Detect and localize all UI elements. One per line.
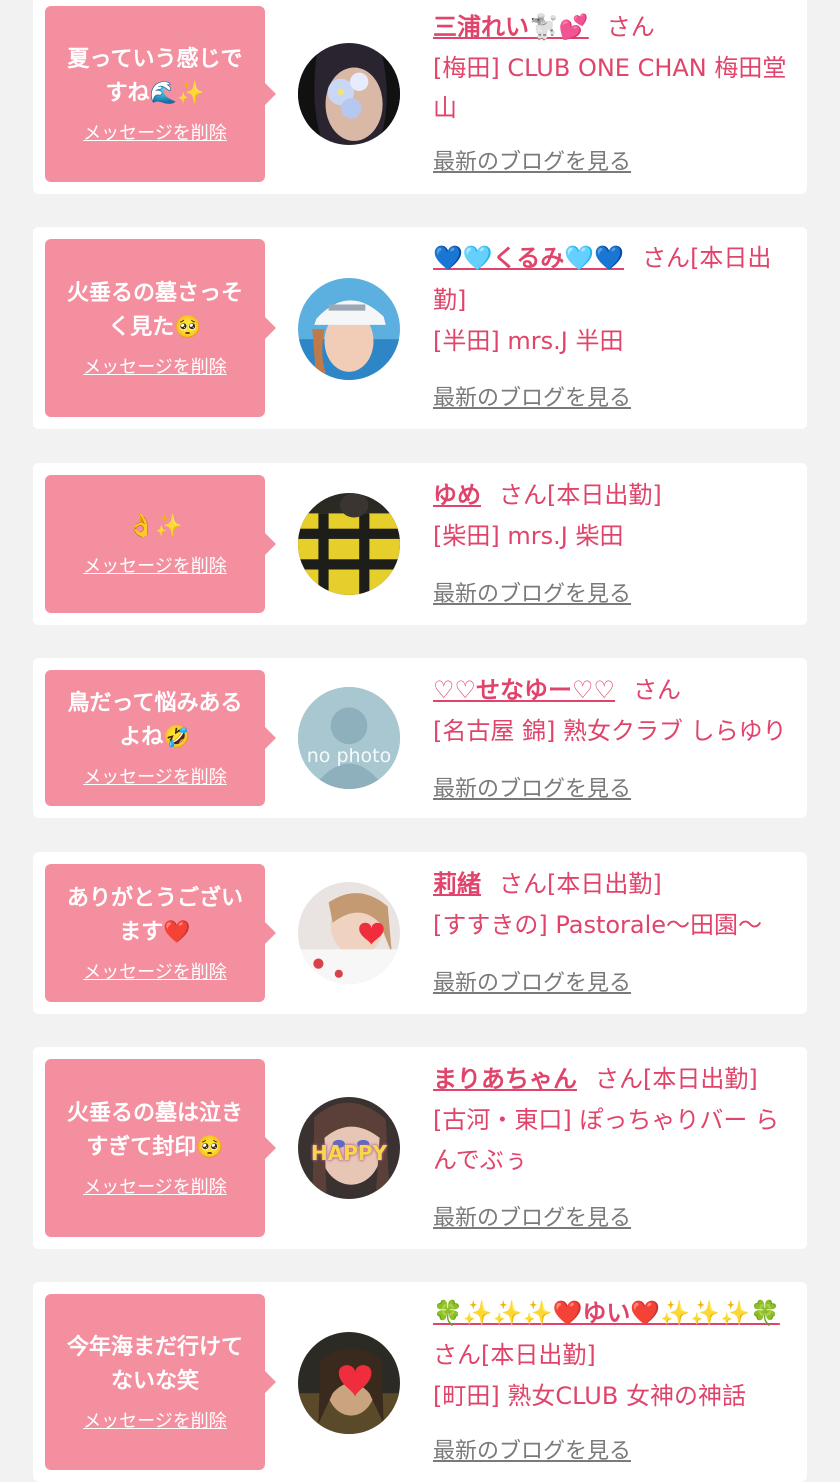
list-item: 👌✨ メッセージを削除 ゆめ さん[本日出勤] [柴田] mrs.J 柴田 最新の…	[33, 463, 807, 625]
attendance-status: [本日出勤]	[481, 1341, 596, 1369]
avatar[interactable]	[298, 43, 400, 145]
attendance-status: [本日出勤]	[547, 870, 662, 898]
view-blog-link[interactable]: 最新のブログを見る	[433, 581, 631, 609]
honorific: さん	[642, 244, 691, 272]
view-blog-link[interactable]: 最新のブログを見る	[433, 1438, 631, 1466]
delete-message-link[interactable]: メッセージを削除	[83, 1177, 227, 1199]
woman-with-heart-photo-icon	[298, 882, 400, 984]
honorific: さん	[633, 676, 682, 704]
message-list: 夏っていう感じですね🌊✨ メッセージを削除 三浦れい🐩💕 さん [梅田] CLUB…	[0, 0, 840, 1482]
message-bubble: 鳥だって悩みあるよね🤣 メッセージを削除	[45, 670, 276, 806]
avatar[interactable]	[298, 1332, 400, 1434]
message-text: 👌✨	[127, 514, 183, 539]
name-line: 💙🩵くるみ🩵💙 さん[本日出勤]	[433, 237, 798, 321]
cast-name-link[interactable]: ♡♡せなゆー♡♡	[433, 676, 615, 704]
cast-name-link[interactable]: 🍀✨✨✨❤️ゆい❤️✨✨✨🍀	[433, 1299, 780, 1327]
entry-info: ゆめ さん[本日出勤] [柴田] mrs.J 柴田	[433, 474, 798, 556]
entry-info: 🍀✨✨✨❤️ゆい❤️✨✨✨🍀 さん[本日出勤] [町田] 熟女CLUB 女神の神話	[433, 1292, 798, 1416]
honorific: さん	[499, 870, 547, 898]
view-blog-link[interactable]: 最新のブログを見る	[433, 385, 631, 413]
delete-message-link[interactable]: メッセージを削除	[83, 123, 227, 145]
message-text: ありがとうございます❤️	[66, 886, 243, 945]
woman-with-flowers-photo-icon	[298, 43, 400, 145]
avatar[interactable]: no photo	[298, 687, 400, 789]
message-text: 夏っていう感じですね🌊✨	[67, 47, 243, 106]
message-bubble: 夏っていう感じですね🌊✨ メッセージを削除	[45, 6, 276, 182]
shop-name: [名古屋 錦] 熟女クラブ しらゆり	[433, 717, 787, 745]
message-text: 火垂るの墓さっそく見た🥺	[66, 281, 243, 340]
delete-message-link[interactable]: メッセージを削除	[83, 767, 227, 789]
message-bubble: 👌✨ メッセージを削除	[45, 475, 276, 613]
shop-name: [柴田] mrs.J 柴田	[433, 522, 624, 550]
shop-name: [半田] mrs.J 半田	[433, 327, 624, 355]
woman-with-heart-photo-icon	[298, 1332, 400, 1434]
plaid-shirt-photo-icon	[298, 493, 400, 595]
honorific: さん	[595, 1065, 643, 1093]
no-photo-placeholder-icon	[298, 687, 400, 789]
cast-name-link[interactable]: 莉緒	[433, 870, 481, 898]
list-item: 火垂るの墓は泣きすぎて封印🥺 メッセージを削除 HAPPY まりあちゃん さん[本…	[33, 1047, 807, 1249]
delete-message-link[interactable]: メッセージを削除	[83, 556, 227, 578]
honorific: さん	[606, 13, 655, 41]
honorific: さん	[433, 1341, 481, 1369]
avatar[interactable]	[298, 882, 400, 984]
entry-info: ♡♡せなゆー♡♡ さん [名古屋 錦] 熟女クラブ しらゆり	[433, 669, 798, 751]
shop-name: [町田] 熟女CLUB 女神の神話	[433, 1382, 746, 1410]
cast-name-link[interactable]: まりあちゃん	[433, 1065, 577, 1093]
message-bubble: 火垂るの墓さっそく見た🥺 メッセージを削除	[45, 239, 276, 417]
name-line: まりあちゃん さん[本日出勤]	[433, 1058, 798, 1100]
cast-name-link[interactable]: 三浦れい🐩💕	[433, 13, 589, 41]
entry-info: 三浦れい🐩💕 さん [梅田] CLUB ONE CHAN 梅田堂山	[433, 6, 798, 128]
message-bubble: 今年海まだ行けてないな笑 メッセージを削除	[45, 1294, 276, 1470]
entry-info: まりあちゃん さん[本日出勤] [古河・東口] ぽっちゃりバー らんでぶぅ	[433, 1058, 798, 1180]
list-item: 今年海まだ行けてないな笑 メッセージを削除 🍀✨✨✨❤️ゆい❤️✨✨✨🍀 さん[本…	[33, 1282, 807, 1482]
entry-info: 莉緒 さん[本日出勤] [すすきの] Pastorale〜田園〜	[433, 863, 798, 945]
message-text: 鳥だって悩みあるよね🤣	[67, 691, 243, 750]
name-line: 三浦れい🐩💕 さん	[433, 6, 798, 48]
name-line: ♡♡せなゆー♡♡ さん	[433, 669, 798, 711]
list-item: 鳥だって悩みあるよね🤣 メッセージを削除 no photo ♡♡せなゆー♡♡ さん…	[33, 658, 807, 818]
shop-name: [古河・東口] ぽっちゃりバー らんでぶぅ	[433, 1106, 779, 1174]
avatar[interactable]	[298, 278, 400, 380]
list-item: 火垂るの墓さっそく見た🥺 メッセージを削除 💙🩵くるみ🩵💙 さん[本日出勤] [半…	[33, 227, 807, 429]
attendance-status: [本日出勤]	[643, 1065, 758, 1093]
avatar[interactable]: HAPPY	[298, 1097, 400, 1199]
message-bubble: ありがとうございます❤️ メッセージを削除	[45, 864, 276, 1002]
delete-message-link[interactable]: メッセージを削除	[83, 1411, 227, 1433]
message-text: 今年海まだ行けてないな笑	[66, 1335, 243, 1394]
view-blog-link[interactable]: 最新のブログを見る	[433, 149, 631, 177]
delete-message-link[interactable]: メッセージを削除	[83, 357, 227, 379]
honorific: さん	[499, 481, 547, 509]
no-photo-text: no photo	[306, 745, 392, 767]
woman-with-cap-photo-icon	[298, 278, 400, 380]
message-text: 火垂るの墓は泣きすぎて封印🥺	[66, 1101, 243, 1160]
list-item: ありがとうございます❤️ メッセージを削除 莉緒 さん[本日出勤] [すすきの] …	[33, 852, 807, 1014]
list-item: 夏っていう感じですね🌊✨ メッセージを削除 三浦れい🐩💕 さん [梅田] CLUB…	[33, 0, 807, 194]
view-blog-link[interactable]: 最新のブログを見る	[433, 970, 631, 998]
message-bubble: 火垂るの墓は泣きすぎて封印🥺 メッセージを削除	[45, 1059, 276, 1237]
avatar[interactable]	[298, 493, 400, 595]
name-line: 🍀✨✨✨❤️ゆい❤️✨✨✨🍀 さん[本日出勤]	[433, 1292, 798, 1376]
attendance-status: [本日出勤]	[547, 481, 662, 509]
view-blog-link[interactable]: 最新のブログを見る	[433, 1205, 631, 1233]
cast-name-link[interactable]: ゆめ	[433, 481, 481, 509]
name-line: 莉緒 さん[本日出勤]	[433, 863, 798, 905]
sticker-text: HAPPY	[310, 1141, 387, 1165]
name-line: ゆめ さん[本日出勤]	[433, 474, 798, 516]
view-blog-link[interactable]: 最新のブログを見る	[433, 776, 631, 804]
delete-message-link[interactable]: メッセージを削除	[83, 962, 227, 984]
cast-name-link[interactable]: 💙🩵くるみ🩵💙	[433, 244, 624, 272]
entry-info: 💙🩵くるみ🩵💙 さん[本日出勤] [半田] mrs.J 半田	[433, 237, 798, 361]
shop-name: [梅田] CLUB ONE CHAN 梅田堂山	[433, 54, 787, 122]
shop-name: [すすきの] Pastorale〜田園〜	[433, 911, 763, 939]
